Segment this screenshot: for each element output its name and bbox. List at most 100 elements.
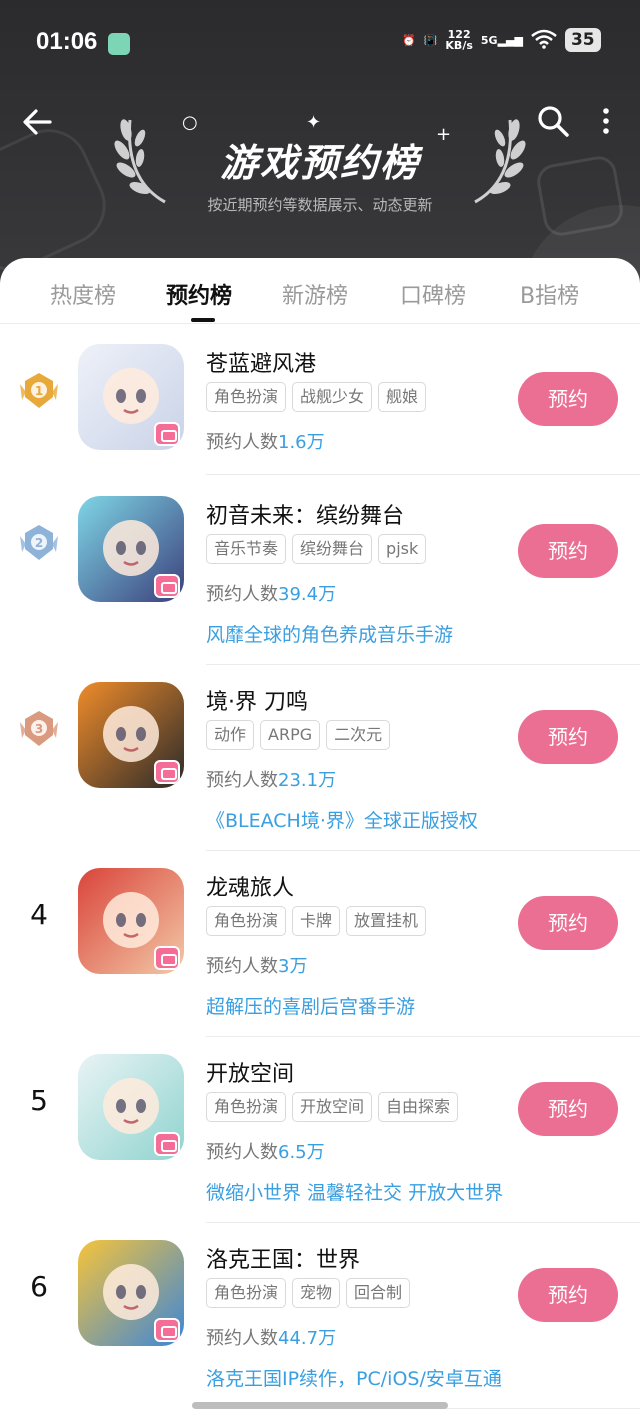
net-speed-unit: KB/s bbox=[445, 39, 473, 52]
rank-number: 2 bbox=[35, 536, 43, 550]
game-tag: 自由探索 bbox=[378, 1092, 459, 1122]
game-name[interactable]: 苍蓝避风港 bbox=[206, 346, 316, 378]
game-name[interactable]: 龙魂旅人 bbox=[206, 870, 294, 902]
game-app-icon[interactable] bbox=[78, 1240, 184, 1346]
list-divider bbox=[206, 850, 640, 851]
game-app-icon[interactable] bbox=[78, 344, 184, 450]
game-app-icon[interactable] bbox=[78, 868, 184, 974]
ranking-card: 热度榜 预约榜 新游榜 口碑榜 B指榜 1 苍蓝避风港 角色扮演 战舰少女 舰娘 预… bbox=[0, 258, 640, 1422]
wifi-icon bbox=[531, 29, 557, 52]
game-app-icon[interactable] bbox=[78, 682, 184, 788]
game-tag: 放置挂机 bbox=[346, 906, 427, 936]
game-description: 洛克王国IP续作，PC/iOS/安卓互通 bbox=[206, 1368, 502, 1390]
reserve-button[interactable]: 预约 bbox=[518, 372, 618, 426]
game-tag: 角色扮演 bbox=[206, 382, 287, 412]
alarm-icon: ⏰ bbox=[402, 33, 416, 47]
reservation-count: 预约人数1.6万 bbox=[206, 428, 325, 454]
page-header: 01:06 ⏰ 📳 122 KB/s 5G▂▄▆ 35 ○ ✦ + 游戏预约榜 … bbox=[0, 0, 640, 300]
game-tag: 音乐节奏 bbox=[206, 534, 287, 564]
game-tags: 角色扮演 卡牌 放置挂机 bbox=[206, 906, 427, 936]
reservation-count-label: 预约人数 bbox=[206, 770, 278, 791]
rank-number: 1 bbox=[35, 384, 43, 398]
bilibili-tv-icon bbox=[154, 760, 180, 784]
vibrate-icon: 📳 bbox=[423, 33, 438, 47]
reservation-count: 预约人数6.5万 bbox=[206, 1138, 325, 1164]
reservation-count-label: 预约人数 bbox=[206, 432, 278, 453]
game-tag: 回合制 bbox=[346, 1278, 411, 1308]
game-tag: 开放空间 bbox=[292, 1092, 373, 1122]
game-tags: 音乐节奏 缤纷舞台 pjsk bbox=[206, 534, 427, 564]
rank-number: 6 bbox=[30, 1270, 48, 1303]
rank-medal-icon: 1 bbox=[20, 373, 58, 408]
reservation-count-value: 23.1万 bbox=[278, 770, 337, 791]
back-arrow-icon[interactable] bbox=[20, 104, 56, 140]
game-tag: 卡牌 bbox=[292, 906, 341, 936]
network-type: 5G bbox=[480, 33, 498, 47]
game-tag: 角色扮演 bbox=[206, 1092, 287, 1122]
tab-reputation[interactable]: 口碑榜 bbox=[400, 278, 466, 310]
reservation-count: 预约人数44.7万 bbox=[206, 1324, 336, 1350]
tab-new-games[interactable]: 新游榜 bbox=[282, 278, 348, 310]
notification-app-icon bbox=[108, 33, 130, 55]
reservation-count-label: 预约人数 bbox=[206, 956, 278, 977]
rank-medal-icon: 3 bbox=[20, 711, 58, 746]
tab-b-index[interactable]: B指榜 bbox=[520, 278, 579, 310]
game-tags: 动作 ARPG 二次元 bbox=[206, 720, 391, 750]
game-app-icon[interactable] bbox=[78, 1054, 184, 1160]
reserve-button[interactable]: 预约 bbox=[518, 524, 618, 578]
tab-bar: 热度榜 预约榜 新游榜 口碑榜 B指榜 bbox=[0, 258, 640, 324]
game-description: 超解压的喜剧后宫番手游 bbox=[206, 996, 416, 1018]
search-icon[interactable] bbox=[536, 104, 570, 138]
reservation-count-value: 39.4万 bbox=[278, 584, 337, 605]
bilibili-tv-icon bbox=[154, 574, 180, 598]
game-tag: pjsk bbox=[378, 534, 427, 564]
tab-hot[interactable]: 热度榜 bbox=[50, 278, 116, 310]
list-divider bbox=[206, 1036, 640, 1037]
circle-sparkle-icon: ○ bbox=[182, 112, 198, 133]
star-sparkle-icon: ✦ bbox=[306, 112, 322, 133]
rank-number: 3 bbox=[35, 722, 43, 736]
reservation-count: 预约人数3万 bbox=[206, 952, 307, 978]
game-tags: 角色扮演 开放空间 自由探索 bbox=[206, 1092, 459, 1122]
bilibili-tv-icon bbox=[154, 946, 180, 970]
home-indicator[interactable] bbox=[192, 1402, 448, 1409]
game-tag: 舰娘 bbox=[378, 382, 427, 412]
game-tag: 战舰少女 bbox=[292, 382, 373, 412]
reserve-button[interactable]: 预约 bbox=[518, 1082, 618, 1136]
reserve-button[interactable]: 预约 bbox=[518, 896, 618, 950]
game-name[interactable]: 境·界 刀鸣 bbox=[206, 684, 308, 716]
reservation-count-value: 1.6万 bbox=[278, 432, 325, 453]
reserve-button[interactable]: 预约 bbox=[518, 710, 618, 764]
net-speed: 122 KB/s bbox=[445, 29, 472, 51]
game-name[interactable]: 初音未来：缤纷舞台 bbox=[206, 498, 404, 530]
rank-number: 5 bbox=[30, 1084, 48, 1117]
tab-reservation[interactable]: 预约榜 bbox=[166, 278, 232, 310]
game-name[interactable]: 开放空间 bbox=[206, 1056, 294, 1088]
status-bar: 01:06 ⏰ 📳 122 KB/s 5G▂▄▆ 35 bbox=[0, 22, 640, 66]
game-app-icon[interactable] bbox=[78, 496, 184, 602]
bilibili-tv-icon bbox=[154, 422, 180, 446]
reservation-count-label: 预约人数 bbox=[206, 1328, 278, 1349]
game-tag: 二次元 bbox=[326, 720, 391, 750]
status-time: 01:06 bbox=[36, 28, 98, 55]
more-options-icon[interactable] bbox=[596, 106, 616, 136]
signal-icon: 5G▂▄▆ bbox=[480, 33, 523, 47]
game-tag: 角色扮演 bbox=[206, 906, 287, 936]
game-description: 微缩小世界 温馨轻社交 开放大世界 bbox=[206, 1182, 504, 1204]
game-name[interactable]: 洛克王国：世界 bbox=[206, 1242, 360, 1274]
battery-indicator: 35 bbox=[564, 28, 601, 52]
game-tag: 角色扮演 bbox=[206, 1278, 287, 1308]
game-tags: 角色扮演 战舰少女 舰娘 bbox=[206, 382, 427, 412]
list-divider bbox=[206, 664, 640, 665]
reservation-count: 预约人数39.4万 bbox=[206, 580, 336, 606]
list-divider bbox=[206, 474, 640, 475]
reservation-count: 预约人数23.1万 bbox=[206, 766, 336, 792]
reservation-count-value: 44.7万 bbox=[278, 1328, 337, 1349]
game-tag: ARPG bbox=[260, 720, 321, 750]
reservation-count-value: 3万 bbox=[278, 956, 308, 977]
game-tag: 动作 bbox=[206, 720, 255, 750]
reservation-count-value: 6.5万 bbox=[278, 1142, 325, 1163]
rank-medal-icon: 2 bbox=[20, 525, 58, 560]
reserve-button[interactable]: 预约 bbox=[518, 1268, 618, 1322]
reservation-count-label: 预约人数 bbox=[206, 1142, 278, 1163]
